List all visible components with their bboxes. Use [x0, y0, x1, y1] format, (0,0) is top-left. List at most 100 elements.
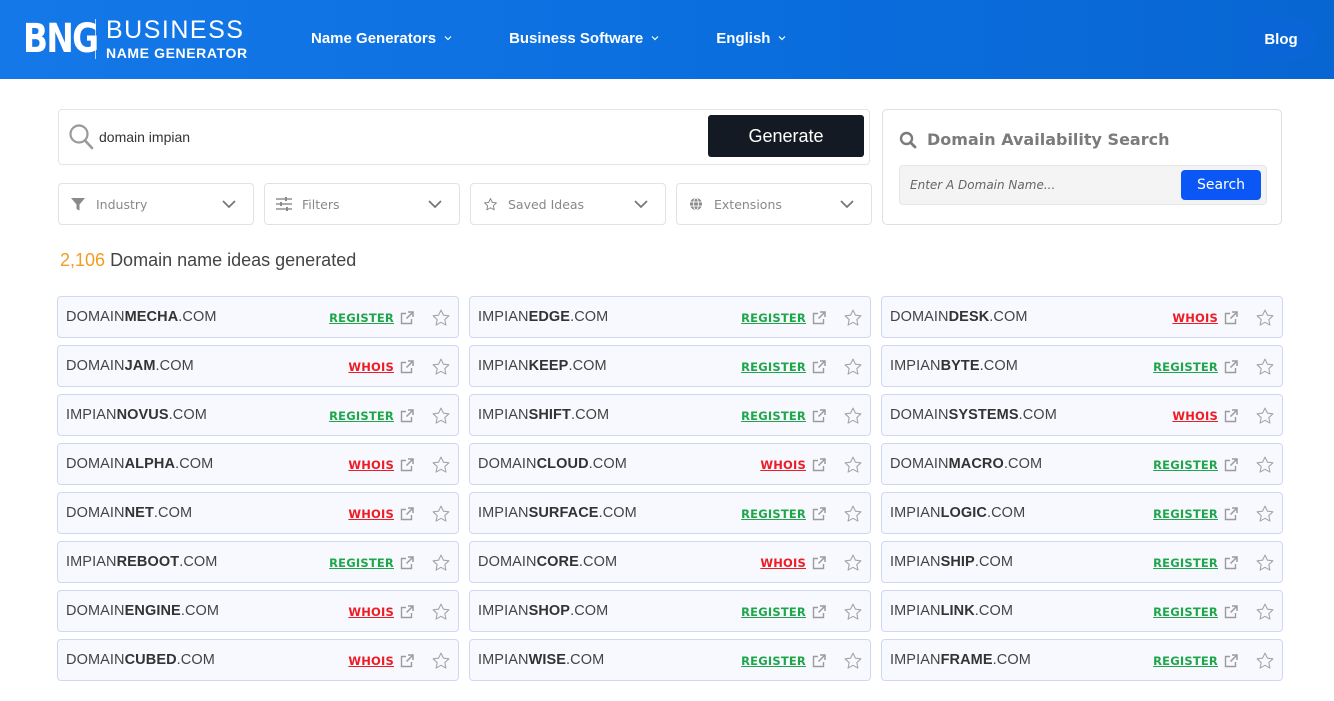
star-icon[interactable] [431, 308, 451, 328]
star-icon[interactable] [1255, 602, 1275, 622]
external-link-icon[interactable] [812, 507, 826, 521]
domain-name-input[interactable] [910, 176, 1170, 194]
whois-link[interactable]: WHOIS [348, 654, 394, 668]
register-link[interactable]: REGISTER [741, 654, 806, 668]
whois-link[interactable]: WHOIS [1172, 311, 1218, 325]
chevron-down-icon [222, 200, 236, 209]
whois-link[interactable]: WHOIS [348, 458, 394, 472]
star-icon[interactable] [431, 455, 451, 475]
extensions-dropdown[interactable]: Extensions [676, 183, 872, 225]
domain-name: IMPIANEDGE.COM [478, 309, 608, 325]
register-link[interactable]: REGISTER [329, 409, 394, 423]
whois-link[interactable]: WHOIS [760, 556, 806, 570]
external-link-icon[interactable] [812, 654, 826, 668]
logo[interactable]: BNG BUSINESS NAME GENERATOR [23, 16, 248, 62]
external-link-icon[interactable] [400, 654, 414, 668]
star-icon[interactable] [1255, 357, 1275, 377]
nav-label: Name Generators [311, 29, 437, 47]
whois-link[interactable]: WHOIS [348, 507, 394, 521]
domain-keyword: ENGINE [124, 603, 181, 619]
star-icon[interactable] [431, 602, 451, 622]
nav-language[interactable]: English [716, 28, 787, 48]
whois-link[interactable]: WHOIS [760, 458, 806, 472]
external-link-icon[interactable] [1224, 654, 1238, 668]
domain-prefix: DOMAIN [66, 358, 125, 374]
domain-results-grid: DOMAINMECHA.COM REGISTER IMPIANEDGE.COM REG… [57, 296, 1283, 681]
filters-dropdown[interactable]: Filters [264, 183, 460, 225]
external-link-icon[interactable] [812, 605, 826, 619]
star-icon[interactable] [431, 651, 451, 671]
external-link-icon[interactable] [1224, 458, 1238, 472]
blog-button[interactable]: Blog [1246, 19, 1316, 59]
star-icon[interactable] [1255, 308, 1275, 328]
register-link[interactable]: REGISTER [329, 311, 394, 325]
star-icon[interactable] [843, 651, 863, 671]
star-icon[interactable] [1255, 455, 1275, 475]
domain-search-button[interactable]: Search [1181, 170, 1261, 200]
domain-name: IMPIANSHIP.COM [890, 554, 1013, 570]
star-icon[interactable] [431, 553, 451, 573]
star-icon[interactable] [1255, 651, 1275, 671]
nav-name-generators[interactable]: Name Generators [311, 28, 453, 48]
external-link-icon[interactable] [400, 458, 414, 472]
generate-button[interactable]: Generate [708, 115, 864, 157]
register-link[interactable]: REGISTER [329, 556, 394, 570]
register-link[interactable]: REGISTER [741, 409, 806, 423]
external-link-icon[interactable] [1224, 409, 1238, 423]
domain-name: IMPIANBYTE.COM [890, 358, 1018, 374]
external-link-icon[interactable] [1224, 360, 1238, 374]
external-link-icon[interactable] [400, 605, 414, 619]
register-link[interactable]: REGISTER [1153, 556, 1218, 570]
star-icon[interactable] [843, 553, 863, 573]
keyword-input[interactable] [99, 126, 699, 148]
register-link[interactable]: REGISTER [741, 360, 806, 374]
whois-link[interactable]: WHOIS [348, 605, 394, 619]
external-link-icon[interactable] [812, 556, 826, 570]
register-link[interactable]: REGISTER [1153, 507, 1218, 521]
star-icon[interactable] [431, 504, 451, 524]
external-link-icon[interactable] [400, 409, 414, 423]
results-count-number: 2,106 [60, 250, 106, 270]
domain-keyword: LOGIC [940, 505, 987, 521]
external-link-icon[interactable] [1224, 605, 1238, 619]
star-icon[interactable] [1255, 406, 1275, 426]
external-link-icon[interactable] [812, 311, 826, 325]
domain-keyword: NET [124, 505, 154, 521]
whois-link[interactable]: WHOIS [1172, 409, 1218, 423]
nav-business-software[interactable]: Business Software [509, 28, 660, 48]
register-link[interactable]: REGISTER [1153, 458, 1218, 472]
domain-name: IMPIANSHOP.COM [478, 603, 608, 619]
register-link[interactable]: REGISTER [741, 605, 806, 619]
star-icon[interactable] [843, 357, 863, 377]
domain-result-card: DOMAINMECHA.COM REGISTER [57, 296, 459, 338]
external-link-icon[interactable] [400, 360, 414, 374]
external-link-icon[interactable] [400, 507, 414, 521]
external-link-icon[interactable] [812, 409, 826, 423]
star-icon[interactable] [843, 504, 863, 524]
register-link[interactable]: REGISTER [741, 311, 806, 325]
industry-dropdown[interactable]: Industry [58, 183, 254, 225]
external-link-icon[interactable] [1224, 507, 1238, 521]
star-icon[interactable] [431, 406, 451, 426]
external-link-icon[interactable] [1224, 311, 1238, 325]
star-icon[interactable] [843, 406, 863, 426]
external-link-icon[interactable] [812, 458, 826, 472]
whois-link[interactable]: WHOIS [348, 360, 394, 374]
domain-result-card: IMPIANLINK.COM REGISTER [881, 590, 1283, 632]
external-link-icon[interactable] [400, 311, 414, 325]
star-icon[interactable] [843, 308, 863, 328]
external-link-icon[interactable] [400, 556, 414, 570]
register-link[interactable]: REGISTER [1153, 605, 1218, 619]
register-link[interactable]: REGISTER [1153, 360, 1218, 374]
external-link-icon[interactable] [1224, 556, 1238, 570]
star-icon[interactable] [431, 357, 451, 377]
star-icon[interactable] [843, 602, 863, 622]
register-link[interactable]: REGISTER [741, 507, 806, 521]
external-link-icon[interactable] [812, 360, 826, 374]
domain-tld: .COM [974, 554, 1014, 570]
register-link[interactable]: REGISTER [1153, 654, 1218, 668]
star-icon[interactable] [843, 455, 863, 475]
star-icon[interactable] [1255, 504, 1275, 524]
saved-ideas-dropdown[interactable]: Saved Ideas [470, 183, 666, 225]
star-icon[interactable] [1255, 553, 1275, 573]
